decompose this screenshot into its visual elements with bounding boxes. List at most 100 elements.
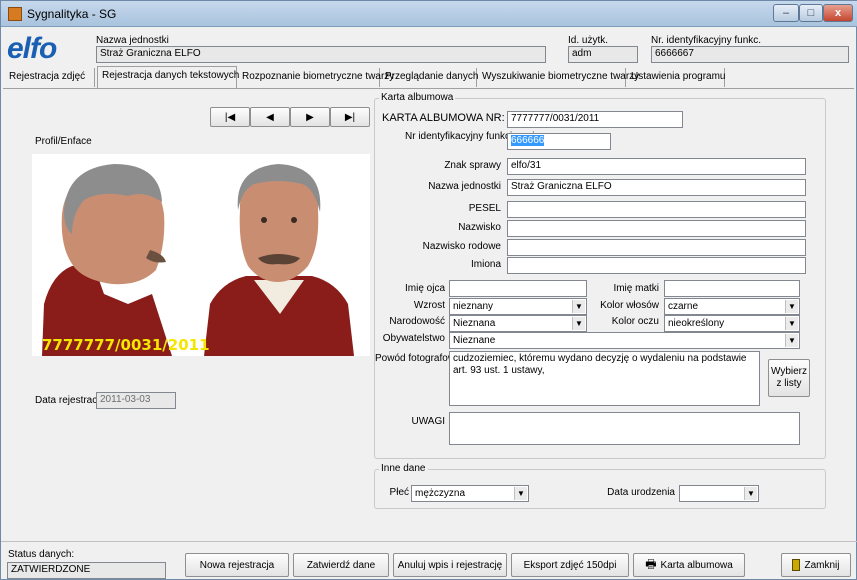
case-number-field[interactable]: elfo/31 — [507, 158, 806, 175]
window-title: Sygnalityka - SG — [27, 7, 117, 21]
birth-date-select[interactable]: ▼ — [679, 485, 759, 502]
reason-field[interactable]: cudzoziemiec, któremu wydano decyzję o w… — [449, 351, 760, 406]
case-number-label: Znak sprawy — [444, 160, 501, 171]
first-names-label: Imiona — [470, 259, 501, 270]
sex-value: mężczyzna — [415, 488, 466, 499]
app-window: Sygnalityka - SG – □ x elfo Nazwa jednos… — [0, 0, 857, 580]
album-number-field[interactable]: 7777777/0031/2011 — [507, 111, 683, 128]
mother-name-field[interactable] — [664, 280, 800, 297]
tab-text-registration[interactable]: Rejestracja danych tekstowych — [97, 66, 239, 88]
confirm-data-button[interactable]: Zatwierdź dane — [293, 553, 389, 577]
close-button-label: Zamknij — [804, 559, 840, 571]
officer-id-field[interactable]: 666666 — [507, 133, 611, 150]
chevron-down-icon: ▼ — [744, 487, 757, 500]
maximize-button[interactable]: □ — [799, 4, 823, 22]
elfo-logo: elfo — [7, 32, 57, 65]
citizenship-label: Obywatelstwo — [382, 333, 445, 344]
eye-color-select[interactable]: nieokreślony ▼ — [664, 315, 800, 332]
officer-id-value: 666666 — [511, 135, 545, 146]
first-record-button[interactable]: |◀ — [210, 107, 250, 127]
unit-field: Straż Graniczna ELFO — [96, 46, 546, 63]
mother-name-label: Imię matki — [613, 283, 659, 294]
first-names-field[interactable] — [507, 257, 806, 274]
minimize-button[interactable]: – — [773, 4, 799, 22]
eye-color-label: Kolor oczu — [611, 316, 659, 327]
registration-date-label: Data rejestracji — [35, 395, 102, 406]
tab-photo-registration[interactable]: Rejestracja zdjęć — [5, 68, 95, 87]
officer-number-label: Nr. identyfikacyjny funkc. — [651, 35, 762, 46]
next-record-button[interactable]: ▶ — [290, 107, 330, 127]
status-field: ZATWIERDZONE — [7, 562, 166, 579]
previous-icon: ◀ — [266, 111, 274, 123]
surname-field[interactable] — [507, 220, 806, 237]
sex-select[interactable]: mężczyzna ▼ — [411, 485, 529, 502]
chevron-down-icon: ▼ — [785, 334, 798, 347]
eye-color-value: nieokreślony — [668, 318, 725, 329]
hair-color-label: Kolor włosów — [600, 300, 659, 311]
citizenship-value: Nieznane — [453, 335, 496, 346]
nationality-value: Nieznana — [453, 318, 496, 329]
next-icon: ▶ — [306, 111, 314, 123]
album-card-button[interactable]: 🖶 Karta albumowa — [633, 553, 745, 577]
last-icon: ▶| — [344, 111, 356, 123]
user-id-field: adm — [568, 46, 638, 63]
tab-browse-data[interactable]: Przeglądanie danych — [381, 68, 478, 87]
chevron-down-icon: ▼ — [785, 317, 798, 330]
album-card-button-label: Karta albumowa — [660, 559, 733, 571]
choose-from-list-button[interactable]: Wybierz z listy — [768, 359, 810, 397]
last-record-button[interactable]: ▶| — [330, 107, 370, 127]
officer-id-label: Nr identyfikacyjny funkcjonariusza — [405, 131, 556, 142]
registration-date-field: 2011-03-03 — [96, 392, 176, 409]
notes-label: UWAGI — [411, 416, 445, 427]
photo-label: Profil/Enface — [35, 136, 92, 147]
subject-photo: 7777777/0031/2011 — [32, 154, 370, 356]
surname-label: Nazwisko — [458, 222, 501, 233]
status-label: Status danych: — [8, 549, 75, 560]
album-card-legend: Karta albumowa — [379, 92, 456, 103]
nationality-select[interactable]: Nieznana ▼ — [449, 315, 587, 332]
first-icon: |◀ — [224, 111, 236, 123]
close-window-button[interactable]: x — [823, 4, 853, 22]
pesel-label: PESEL — [468, 203, 501, 214]
reason-label: Powód fotografowania — [375, 353, 474, 364]
family-name-field[interactable] — [507, 239, 806, 256]
sex-label: Płeć — [389, 487, 409, 498]
tab-face-recognition[interactable]: Rozpoznanie biometryczne twarzy — [238, 68, 394, 87]
title-bar[interactable]: Sygnalityka - SG – □ x — [1, 1, 857, 27]
close-button[interactable]: Zamknij — [781, 553, 851, 577]
height-label: Wzrost — [413, 300, 445, 311]
father-name-field[interactable] — [449, 280, 587, 297]
chevron-down-icon: ▼ — [785, 300, 798, 313]
officer-number-field: 6666667 — [651, 46, 849, 63]
album-unit-label: Nazwa jednostki — [428, 181, 501, 192]
album-unit-field[interactable]: Straż Graniczna ELFO — [507, 179, 806, 196]
tab-biometric-search[interactable]: Wyszukiwanie biometryczne twarzy — [478, 68, 639, 87]
door-icon — [792, 559, 801, 571]
height-select[interactable]: nieznany ▼ — [449, 298, 587, 315]
chevron-down-icon: ▼ — [514, 487, 527, 500]
father-name-label: Imię ojca — [404, 283, 445, 294]
new-registration-button[interactable]: Nowa rejestracja — [185, 553, 289, 577]
user-id-label: Id. użytk. — [568, 35, 609, 46]
tab-settings[interactable]: Ustawienia programu — [627, 68, 726, 87]
photo-image — [32, 154, 370, 356]
unit-label: Nazwa jednostki — [96, 35, 169, 46]
chevron-down-icon: ▼ — [572, 317, 585, 330]
printer-icon: 🖶 — [645, 556, 657, 571]
previous-record-button[interactable]: ◀ — [250, 107, 290, 127]
hair-color-select[interactable]: czarne ▼ — [664, 298, 800, 315]
nationality-label: Narodowość — [389, 316, 445, 327]
birth-date-label: Data urodzenia — [607, 487, 675, 498]
notes-field[interactable] — [449, 412, 800, 445]
cancel-registration-button[interactable]: Anuluj wpis i rejestrację — [393, 553, 507, 577]
album-number-label: KARTA ALBUMOWA NR: — [382, 112, 505, 124]
export-photos-button[interactable]: Eksport zdjęć 150dpi — [511, 553, 629, 577]
citizenship-select[interactable]: Nieznane ▼ — [449, 332, 800, 349]
photo-caption: 7777777/0031/2011 — [42, 336, 210, 354]
height-value: nieznany — [453, 301, 494, 312]
hair-color-value: czarne — [668, 301, 699, 312]
other-data-legend: Inne dane — [379, 463, 428, 474]
pesel-field[interactable] — [507, 201, 806, 218]
family-name-label: Nazwisko rodowe — [422, 241, 501, 252]
app-icon — [8, 7, 22, 21]
